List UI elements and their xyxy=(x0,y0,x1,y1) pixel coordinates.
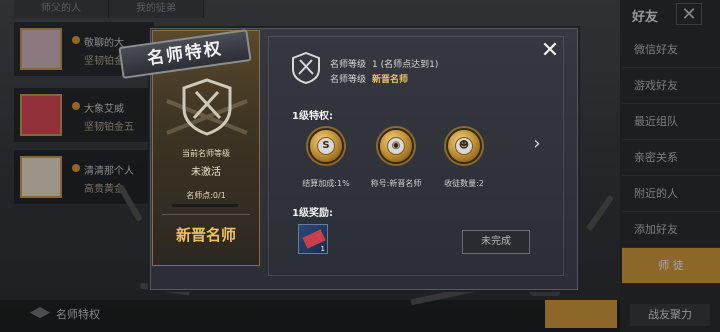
privileges-list: S 结算加成:1% ◉ 称号:新晋名师 ☻ 收徒数量:2 xyxy=(292,124,532,192)
medal-glyph: S xyxy=(317,137,335,155)
mentor-points-label: 名师点:0/1 xyxy=(186,191,226,200)
close-icon[interactable]: ✕ xyxy=(538,40,562,64)
medal-glyph: ☻ xyxy=(455,137,473,155)
mentor-level-label: 名师等级 xyxy=(330,60,367,70)
mentor-level-line: 名师等级 1 (名师点达到1) xyxy=(330,57,438,70)
current-level-label: 当前名师等级 xyxy=(182,149,230,158)
incomplete-status-button[interactable]: 未完成 xyxy=(462,230,530,254)
reward-quantity: 1 xyxy=(320,245,325,253)
privileges-title: 1级特权: xyxy=(292,111,333,122)
settlement-bonus-medal-icon[interactable]: S xyxy=(308,128,344,164)
title-medal-icon[interactable]: ◉ xyxy=(378,128,414,164)
privilege-label: 收徒数量:2 xyxy=(444,179,484,188)
privilege-label: 结算加成:1% xyxy=(302,179,350,188)
mentor-level-icon xyxy=(292,52,320,84)
medal-glyph: ◉ xyxy=(387,137,405,155)
chevron-right-icon[interactable]: › xyxy=(530,134,544,154)
rename-card-reward-icon[interactable]: 1 xyxy=(298,224,328,254)
mentor-level-value: 1 (名师点达到1) xyxy=(372,60,439,70)
mentor-rank-line: 名师等级 新晋名师 xyxy=(330,72,408,85)
mentor-rank-title: 新晋名师 xyxy=(175,226,236,244)
rewards-title: 1级奖励: xyxy=(292,208,333,219)
disciple-count-medal-icon[interactable]: ☻ xyxy=(446,128,482,164)
mentor-shield-icon xyxy=(182,78,232,136)
divider xyxy=(162,214,250,215)
mentor-points-progress xyxy=(172,204,238,207)
current-level-value: 未激活 xyxy=(191,167,221,178)
mentor-rank-label: 名师等级 xyxy=(330,75,367,85)
mentor-rank-value: 新晋名师 xyxy=(372,75,409,85)
